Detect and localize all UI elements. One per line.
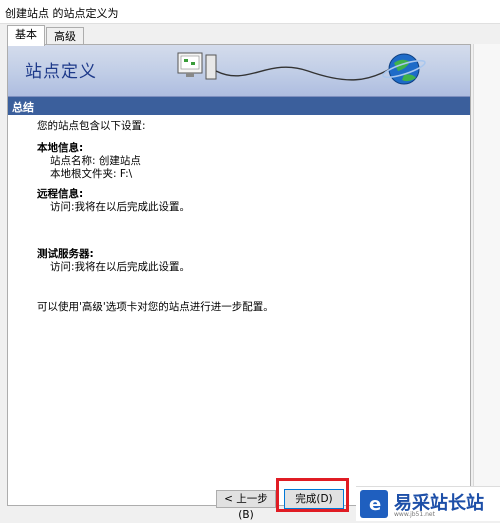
tab-basic[interactable]: 基本 <box>7 25 45 46</box>
watermark-url: www.jb51.net <box>394 511 435 518</box>
finish-highlight-box <box>276 478 349 512</box>
remote-access-value: 访问:我将在以后完成此设置。 <box>50 201 191 213</box>
banner: 站点定义 <box>8 45 470 97</box>
root-folder-value: 本地根文件夹: F:\ <box>50 168 133 180</box>
window-title: 创建站点 的站点定义为 <box>5 7 119 20</box>
watermark: e 易采站长站 www.jb51.net <box>356 486 500 521</box>
summary-intro: 您的站点包含以下设置: <box>37 120 146 132</box>
summary-header: 总结 <box>8 97 470 115</box>
advanced-tab-hint: 可以使用'高级'选项卡对您的站点进行进一步配置。 <box>37 301 274 313</box>
watermark-logo-icon: e <box>360 490 388 518</box>
test-server-access-value: 访问:我将在以后完成此设置。 <box>50 261 191 273</box>
site-network-icon <box>177 52 426 85</box>
title-bar: 创建站点 的站点定义为 <box>0 0 500 24</box>
tab-advanced[interactable]: 高级 <box>46 27 84 45</box>
back-button[interactable]: < 上一步(B) <box>216 490 276 521</box>
basic-panel: 站点定义 总结 您的站点包含以下设置: 本地信息: 站点名称: 创建站点 本地根… <box>7 44 471 506</box>
tab-strip: 基本 高级 <box>0 25 500 46</box>
banner-title: 站点定义 <box>25 62 97 82</box>
background-window-edge <box>473 44 500 506</box>
summary-header-label: 总结 <box>12 101 34 114</box>
